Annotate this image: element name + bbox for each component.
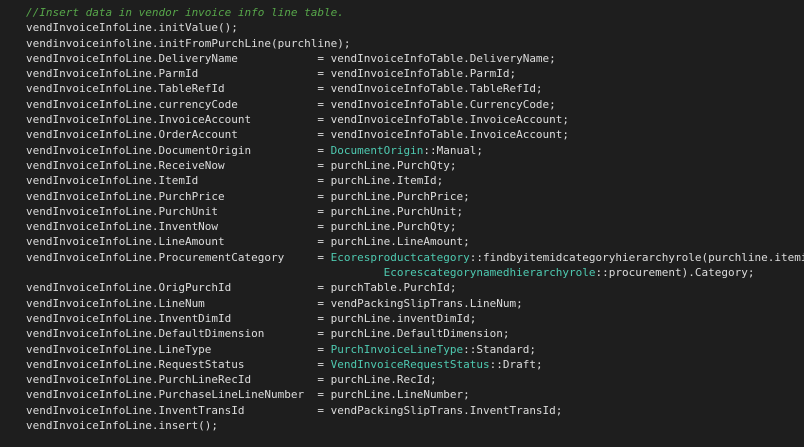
code-text: vendInvoiceInfoLine.currencyCode = vendI…	[26, 97, 556, 111]
code-text: vendInvoiceInfoLine.LineNum = vendPackin…	[26, 296, 523, 310]
code-text: ::procurement).Category;	[595, 266, 755, 280]
code-type-name: DocumentOrigin	[330, 143, 424, 157]
code-line[interactable]: vendInvoiceInfoLine.DeliveryName = vendI…	[26, 51, 804, 66]
code-line[interactable]: vendInvoiceInfoLine.InventTransId = vend…	[26, 403, 804, 418]
code-text: vendInvoiceInfoLine.InvoiceAccount = ven…	[26, 113, 570, 127]
code-text: vendInvoiceInfoLine.PurchUnit = purchLin…	[26, 204, 464, 218]
code-line[interactable]: Ecorescategorynamedhierarchyrole::procur…	[26, 265, 804, 280]
code-text: vendInvoiceInfoLine.PurchPrice = purchLi…	[26, 189, 470, 203]
code-text: vendInvoiceInfoLine.ReceiveNow = purchLi…	[26, 158, 457, 172]
code-line[interactable]: vendinvoiceinfoline.initFromPurchLine(pu…	[26, 36, 804, 51]
code-line[interactable]: vendInvoiceInfoLine.LineType = PurchInvo…	[26, 342, 804, 357]
code-type-name: PurchInvoiceLineType	[330, 342, 464, 356]
code-line[interactable]: vendInvoiceInfoLine.DefaultDimension = p…	[26, 326, 804, 341]
code-text: ::Manual;	[423, 143, 483, 157]
code-line[interactable]: vendInvoiceInfoLine.LineAmount = purchLi…	[26, 234, 804, 249]
code-type-name: Ecoresproductcategory	[330, 250, 470, 264]
code-line[interactable]: vendInvoiceInfoLine.InventNow = purchLin…	[26, 219, 804, 234]
code-text: vendInvoiceInfoLine.RequestStatus =	[26, 357, 331, 371]
code-text: vendInvoiceInfoLine.InventTransId = vend…	[26, 403, 563, 417]
code-text: vendInvoiceInfoLine.ItemId = purchLine.I…	[26, 174, 444, 188]
code-line[interactable]: vendInvoiceInfoLine.ReceiveNow = purchLi…	[26, 158, 804, 173]
code-comment: //Insert data in vendor invoice info lin…	[26, 6, 344, 19]
code-text: vendInvoiceInfoLine.DeliveryName = vendI…	[26, 51, 556, 65]
code-line[interactable]: vendInvoiceInfoLine.OrigPurchId = purchT…	[26, 280, 804, 295]
code-line[interactable]: vendInvoiceInfoLine.ItemId = purchLine.I…	[26, 173, 804, 188]
code-line[interactable]: vendInvoiceInfoLine.initValue();	[26, 20, 804, 35]
code-text: vendInvoiceInfoLine.ProcurementCategory …	[26, 250, 331, 264]
code-text: vendInvoiceInfoLine.PurchaseLineLineNumb…	[26, 388, 470, 402]
code-text: vendInvoiceInfoLine.insert();	[26, 419, 219, 433]
code-line[interactable]: vendInvoiceInfoLine.LineNum = vendPackin…	[26, 296, 804, 311]
code-editor[interactable]: //Insert data in vendor invoice info lin…	[0, 0, 804, 447]
code-content[interactable]: //Insert data in vendor invoice info lin…	[26, 5, 804, 433]
code-line[interactable]: //Insert data in vendor invoice info lin…	[26, 5, 804, 20]
code-text: vendInvoiceInfoLine.InventNow = purchLin…	[26, 220, 457, 234]
code-text: vendInvoiceInfoLine.TableRefId = vendInv…	[26, 82, 543, 96]
code-type-name: Ecorescategorynamedhierarchyrole	[383, 266, 596, 280]
code-line[interactable]: vendInvoiceInfoLine.PurchLineRecId = pur…	[26, 372, 804, 387]
code-line[interactable]: vendInvoiceInfoLine.TableRefId = vendInv…	[26, 81, 804, 96]
code-line[interactable]: vendInvoiceInfoLine.DocumentOrigin = Doc…	[26, 143, 804, 158]
code-text: vendInvoiceInfoLine.DocumentOrigin =	[26, 143, 331, 157]
code-type-name: VendInvoiceRequestStatus	[330, 357, 490, 371]
code-line[interactable]: vendInvoiceInfoLine.ParmId = vendInvoice…	[26, 66, 804, 81]
code-line[interactable]: vendInvoiceInfoLine.ProcurementCategory …	[26, 250, 804, 265]
code-line[interactable]: vendInvoiceInfoLine.insert();	[26, 418, 804, 433]
code-line[interactable]: vendInvoiceInfoLine.OrderAccount = vendI…	[26, 127, 804, 142]
code-text: vendInvoiceInfoLine.OrigPurchId = purchT…	[26, 281, 457, 295]
code-line[interactable]: vendInvoiceInfoLine.PurchPrice = purchLi…	[26, 189, 804, 204]
code-line[interactable]: vendInvoiceInfoLine.InventDimId = purchL…	[26, 311, 804, 326]
code-line[interactable]: vendInvoiceInfoLine.InvoiceAccount = ven…	[26, 112, 804, 127]
code-text: vendInvoiceInfoLine.DefaultDimension = p…	[26, 327, 510, 341]
code-line[interactable]: vendInvoiceInfoLine.PurchaseLineLineNumb…	[26, 387, 804, 402]
code-line[interactable]: vendInvoiceInfoLine.RequestStatus = Vend…	[26, 357, 804, 372]
code-line[interactable]: vendInvoiceInfoLine.PurchUnit = purchLin…	[26, 204, 804, 219]
code-text: vendinvoiceinfoline.initFromPurchLine(pu…	[26, 36, 351, 50]
code-text: vendInvoiceInfoLine.OrderAccount = vendI…	[26, 128, 570, 142]
code-text: vendInvoiceInfoLine.ParmId = vendInvoice…	[26, 67, 517, 81]
code-text: vendInvoiceInfoLine.LineAmount = purchLi…	[26, 235, 470, 249]
code-text: ::findbyitemidcategoryhierarchyrole(purc…	[469, 250, 804, 264]
code-text: vendInvoiceInfoLine.LineType =	[26, 342, 331, 356]
code-text: ::Draft;	[489, 357, 543, 371]
code-text: vendInvoiceInfoLine.PurchLineRecId = pur…	[26, 373, 437, 387]
code-text: vendInvoiceInfoLine.InventDimId = purchL…	[26, 311, 477, 325]
code-text: vendInvoiceInfoLine.initValue();	[26, 21, 238, 35]
code-line[interactable]: vendInvoiceInfoLine.currencyCode = vendI…	[26, 97, 804, 112]
code-text: ::Standard;	[463, 342, 536, 356]
